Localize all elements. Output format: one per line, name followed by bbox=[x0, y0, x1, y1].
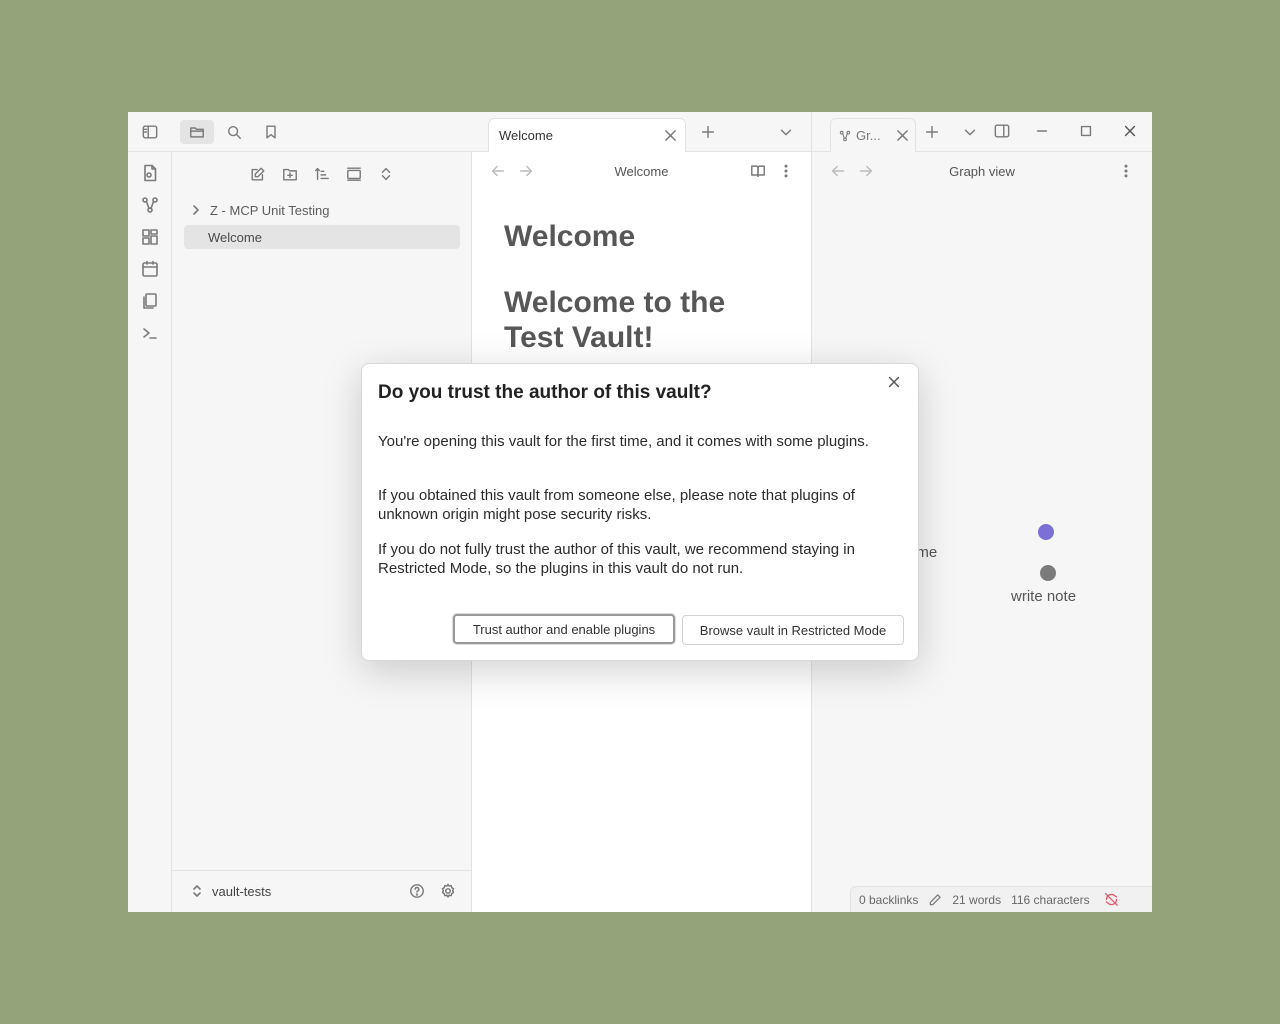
trust-vault-dialog: Do you trust the author of this vault? Y… bbox=[361, 363, 919, 661]
view-header-title[interactable]: Welcome bbox=[615, 164, 669, 179]
tab-graph-view[interactable]: Gr... bbox=[830, 118, 916, 152]
graph-node-label: write note bbox=[1011, 588, 1077, 605]
new-folder-button[interactable] bbox=[280, 164, 300, 184]
tab-label: Gr... bbox=[856, 128, 881, 143]
chevrons-up-down-icon[interactable] bbox=[190, 884, 204, 898]
close-icon[interactable] bbox=[886, 374, 902, 390]
new-tab-icon[interactable] bbox=[700, 124, 716, 140]
reveal-icon bbox=[347, 167, 361, 181]
graph-tab-strip: Gr... bbox=[812, 112, 1152, 152]
back-arrow-icon[interactable] bbox=[490, 163, 506, 179]
more-options-icon[interactable] bbox=[1118, 163, 1134, 179]
dialog-title: Do you trust the author of this vault? bbox=[378, 382, 712, 403]
dialog-paragraph-2: If you obtained this vault from someone … bbox=[378, 487, 855, 523]
graph-node-write-note[interactable] bbox=[1040, 565, 1056, 581]
sort-button[interactable] bbox=[312, 164, 332, 184]
trust-author-button[interactable]: Trust author and enable plugins bbox=[453, 614, 675, 644]
status-bar: 0 backlinks 21 words 116 characters bbox=[850, 886, 1152, 912]
new-tab-icon[interactable] bbox=[924, 124, 940, 140]
edit-icon bbox=[251, 167, 265, 181]
canvas-icon[interactable] bbox=[141, 228, 159, 246]
chevron-down-icon[interactable] bbox=[962, 124, 978, 140]
tree-folder-z-mcp[interactable]: Z - MCP Unit Testing bbox=[184, 198, 460, 222]
maximize-icon[interactable] bbox=[1078, 123, 1094, 139]
files-tab-button[interactable] bbox=[180, 120, 214, 144]
tab-welcome[interactable]: Welcome bbox=[488, 118, 686, 152]
forward-arrow-icon[interactable] bbox=[518, 163, 534, 179]
vault-switcher-bar: vault-tests bbox=[172, 870, 471, 912]
auto-reveal-button[interactable] bbox=[344, 164, 364, 184]
word-count: 21 words bbox=[952, 892, 1002, 907]
folder-icon bbox=[190, 127, 204, 138]
left-topbar bbox=[128, 112, 472, 152]
window-close-icon[interactable] bbox=[1122, 123, 1138, 139]
document-title: Welcome bbox=[504, 220, 636, 253]
chevron-down-icon[interactable] bbox=[778, 124, 794, 140]
backlinks-count[interactable]: 0 backlinks bbox=[859, 893, 918, 907]
graph-node-welcome[interactable] bbox=[1038, 524, 1054, 540]
search-icon bbox=[227, 125, 241, 139]
tree-item-label: Welcome bbox=[208, 229, 262, 245]
chevron-right-icon bbox=[193, 205, 199, 215]
close-icon[interactable] bbox=[896, 129, 909, 142]
sidebar-toggle-icon bbox=[142, 125, 158, 139]
restricted-mode-button[interactable]: Browse vault in Restricted Mode bbox=[682, 615, 904, 645]
bookmark-icon bbox=[266, 125, 276, 139]
tree-item-label: Z - MCP Unit Testing bbox=[210, 202, 330, 218]
help-icon[interactable] bbox=[409, 883, 425, 899]
graph-header-title: Graph view bbox=[949, 163, 1015, 179]
vault-name[interactable]: vault-tests bbox=[212, 884, 271, 899]
bookmarks-tab-button[interactable] bbox=[254, 120, 288, 144]
more-options-icon[interactable] bbox=[778, 163, 794, 179]
pencil-icon[interactable] bbox=[928, 893, 942, 907]
graph-icon bbox=[839, 130, 851, 141]
tab-label: Welcome bbox=[499, 128, 553, 143]
dialog-paragraph-3: If you do not fully trust the author of … bbox=[378, 541, 855, 577]
settings-icon[interactable] bbox=[440, 883, 456, 899]
templates-icon[interactable] bbox=[141, 292, 159, 310]
calendar-icon[interactable] bbox=[141, 260, 159, 278]
tree-file-welcome[interactable]: Welcome bbox=[184, 225, 460, 249]
graph-view-icon[interactable] bbox=[141, 196, 159, 214]
minimize-icon[interactable] bbox=[1034, 123, 1050, 139]
dialog-paragraph-1: You're opening this vault for the first … bbox=[378, 433, 869, 450]
collapse-all-button[interactable] bbox=[376, 164, 396, 184]
sort-icon bbox=[315, 167, 329, 181]
character-count: 116 characters bbox=[1011, 892, 1090, 907]
reading-view-icon[interactable] bbox=[750, 163, 766, 179]
forward-arrow-icon[interactable] bbox=[858, 163, 874, 179]
explorer-actions bbox=[248, 164, 396, 184]
right-sidebar-toggle-icon[interactable] bbox=[994, 123, 1010, 139]
editor-tab-strip: Welcome bbox=[472, 112, 811, 152]
search-tab-button[interactable] bbox=[217, 120, 251, 144]
view-header: Welcome bbox=[472, 152, 811, 190]
folder-plus-icon bbox=[283, 168, 297, 181]
terminal-icon[interactable] bbox=[141, 324, 159, 342]
chevrons-up-down-icon bbox=[381, 167, 391, 181]
toggle-sidebar-button[interactable] bbox=[133, 120, 167, 144]
new-note-button[interactable] bbox=[248, 164, 268, 184]
heading-line-1: Welcome to the bbox=[504, 286, 726, 319]
back-arrow-icon[interactable] bbox=[830, 163, 846, 179]
open-quick-switcher-icon[interactable] bbox=[141, 164, 159, 182]
heading-line-2: Test Vault! bbox=[504, 321, 654, 354]
ribbon bbox=[128, 152, 172, 912]
close-icon[interactable] bbox=[664, 129, 677, 142]
graph-view-header: Graph view bbox=[812, 152, 1152, 190]
sync-error-icon[interactable] bbox=[1104, 892, 1119, 907]
